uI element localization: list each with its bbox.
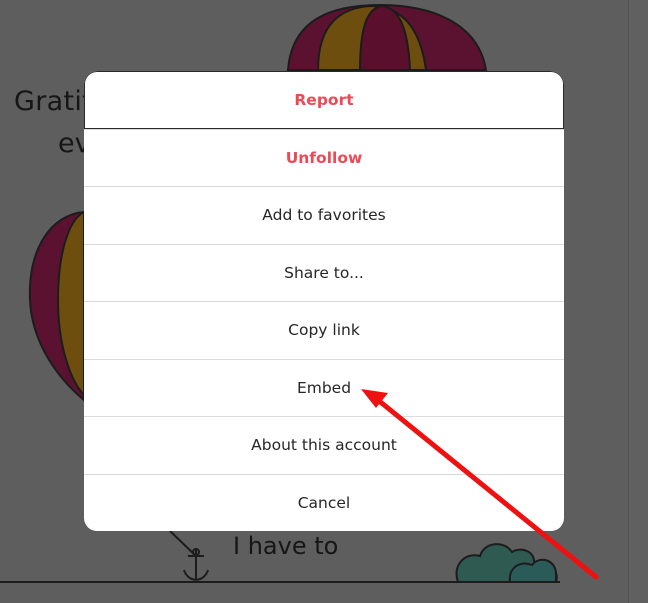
annotation-arrow	[361, 389, 599, 580]
